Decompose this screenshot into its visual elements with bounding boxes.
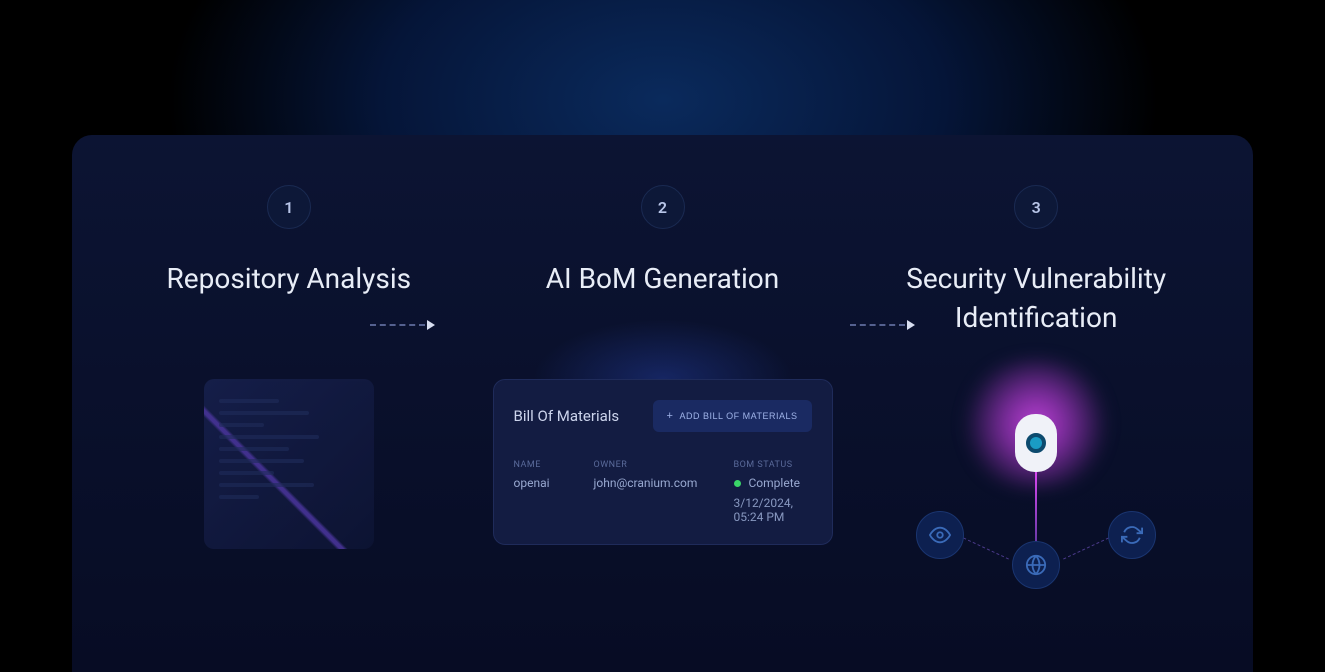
security-center-node <box>1015 414 1057 472</box>
bom-status-value: Complete <box>749 476 801 490</box>
connector-right <box>1063 537 1109 559</box>
flow-arrow-2 <box>850 320 915 330</box>
arrow-icon <box>427 320 435 330</box>
bom-status-label: BOM STATUS <box>734 460 812 470</box>
step-3-visual <box>859 379 1213 599</box>
step-1: 1 Repository Analysis <box>112 185 466 622</box>
step-badge-3: 3 <box>1014 185 1058 229</box>
step-3: 3 Security Vulnerability Identification <box>859 185 1213 622</box>
arrow-icon <box>907 320 915 330</box>
bom-owner-value: john@cranium.com <box>594 476 724 524</box>
step-badge-1: 1 <box>267 185 311 229</box>
step-1-visual <box>112 379 466 549</box>
step-badge-2: 2 <box>641 185 685 229</box>
bom-timestamp: 3/12/2024, 05:24 PM <box>734 496 812 524</box>
add-bom-label: ADD BILL OF MATERIALS <box>679 411 797 421</box>
security-node-refresh <box>1108 511 1156 559</box>
step-2-visual: Bill Of Materials + ADD BILL OF MATERIAL… <box>486 379 840 545</box>
security-connector-line <box>1035 472 1037 542</box>
security-node-globe <box>1012 541 1060 589</box>
step-2: 2 AI BoM Generation Bill Of Materials + … <box>486 185 840 622</box>
refresh-icon <box>1121 524 1143 546</box>
bom-card: Bill Of Materials + ADD BILL OF MATERIAL… <box>493 379 833 545</box>
security-node-eye <box>916 511 964 559</box>
globe-icon <box>1025 554 1047 576</box>
main-panel: 1 Repository Analysis 2 AI BoM Genera <box>72 135 1253 672</box>
eye-core-icon <box>1026 433 1046 453</box>
eye-icon <box>929 524 951 546</box>
add-bom-button[interactable]: + ADD BILL OF MATERIALS <box>653 400 812 432</box>
step-title-2: AI BoM Generation <box>546 259 779 339</box>
bom-owner-label: OWNER <box>594 460 724 470</box>
bom-name-value: openai <box>514 476 584 524</box>
plus-icon: + <box>667 410 674 422</box>
status-dot-icon <box>734 480 741 487</box>
flow-arrow-1 <box>370 320 435 330</box>
bom-name-label: NAME <box>514 460 584 470</box>
connector-left <box>963 537 1009 559</box>
code-preview-card <box>204 379 374 549</box>
bom-card-title: Bill Of Materials <box>514 407 620 425</box>
